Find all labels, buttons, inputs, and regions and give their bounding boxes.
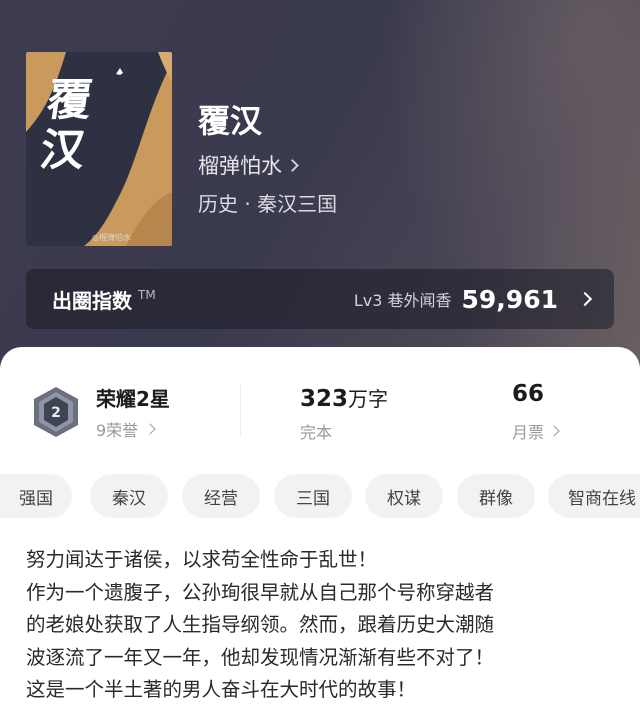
honor-title: 荣耀2星: [96, 387, 170, 411]
stats-row: 2 荣耀2星 9荣誉 323万字 完本 66 月票: [0, 377, 640, 449]
index-right-group: Lv3 巷外闻香 59,961: [353, 284, 593, 314]
word-count: 323万字: [300, 383, 388, 412]
description-line: 努力闻达于诸侯，以求苟全性命于乱世！: [26, 548, 378, 571]
tag-item[interactable]: 强国: [0, 474, 72, 518]
index-level: Lv3 巷外闻香: [353, 291, 452, 310]
popularity-index-bar[interactable]: 出圈指数 TM Lv3 巷外闻香 59,961: [26, 269, 614, 329]
description-line: 作为一个遗腹子，公孙珣很早就从自己那个号称穿越者: [26, 580, 495, 604]
chevron-right-icon: [548, 425, 560, 437]
book-description: 努力闻达于诸侯，以求苟全性命于乱世！ 作为一个遗腹子，公孙珣很早就从自己那个号称…: [26, 544, 616, 707]
tag-item[interactable]: 群像: [457, 474, 535, 518]
chevron-right-icon: [577, 291, 593, 307]
cover-title: 覆汉: [36, 75, 94, 176]
monthly-ticket-label: 月票: [512, 423, 545, 442]
monthly-ticket-count: 66: [512, 381, 545, 407]
description-line: 这是一个半土著的男人奋斗在大时代的故事！: [26, 678, 417, 701]
description-line: 波逐流了一年又一年，他却发现情况渐渐有些不对了！: [26, 645, 495, 669]
stats-divider: [240, 383, 241, 437]
completion-status: 完本: [300, 423, 333, 442]
tag-item[interactable]: 权谋: [365, 474, 443, 518]
monthly-ticket-link[interactable]: 月票: [512, 419, 560, 443]
index-label: 出圈指数: [52, 288, 132, 313]
book-title: 覆汉: [198, 102, 263, 140]
book-cover[interactable]: 覆汉 ◎榴弹怕水: [26, 52, 172, 246]
word-count-unit: 万字: [348, 387, 389, 411]
cover-author: ◎榴弹怕水: [92, 233, 131, 242]
chevron-right-icon: [286, 158, 299, 172]
honor-badge-icon[interactable]: 2: [30, 385, 82, 439]
honor-count-link[interactable]: 9荣誉: [96, 417, 156, 441]
chevron-right-icon: [144, 423, 156, 435]
badge-number: 2: [51, 405, 61, 421]
word-count-number: 323: [300, 386, 349, 412]
tag-list: 强国 秦汉 经营 三国 权谋 群像 智商在线: [0, 474, 640, 520]
index-value: 59,961: [461, 284, 558, 314]
honor-count: 9荣誉: [96, 421, 139, 440]
author-name: 榴弹怕水: [198, 154, 282, 178]
trademark-mark: TM: [138, 288, 156, 302]
tag-item[interactable]: 经营: [182, 474, 260, 518]
tag-item[interactable]: 秦汉: [90, 474, 168, 518]
tag-item[interactable]: 三国: [274, 474, 352, 518]
author-link[interactable]: 榴弹怕水: [198, 150, 299, 180]
detail-card: 2 荣耀2星 9荣誉 323万字 完本 66 月票 强国 秦汉 经营 三国 权谋…: [0, 347, 640, 724]
book-genre: 历史 · 秦汉三国: [198, 192, 338, 216]
tag-item[interactable]: 智商在线: [548, 474, 640, 518]
description-line: 的老娘处获取了人生指导纲领。然而，跟着历史大潮随: [26, 613, 495, 636]
